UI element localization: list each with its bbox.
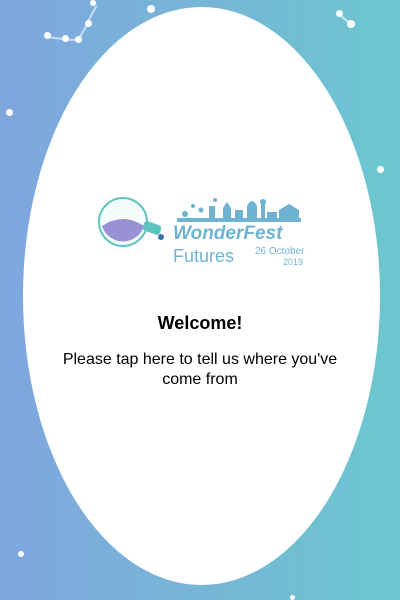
star-dot — [147, 5, 155, 13]
star-dot — [85, 20, 92, 27]
star-dot — [6, 109, 13, 116]
logo-subtitle: Futures — [173, 246, 234, 266]
tap-instruction-text[interactable]: Please tap here to tell us where you've … — [50, 350, 350, 390]
logo-graphic: WonderFest Futures 26 October 2019 — [98, 197, 305, 267]
star-dot — [377, 166, 384, 173]
logo-title: WonderFest — [173, 223, 283, 244]
welcome-card-oval[interactable] — [23, 7, 380, 585]
star-dot — [336, 10, 343, 17]
wonderfest-futures-logo: WonderFest Futures 26 October 2019 — [97, 192, 307, 270]
star-dot — [62, 35, 69, 42]
logo-date-line1: 26 October — [255, 246, 305, 257]
logo-date-line2: 2019 — [283, 257, 303, 267]
star-dot — [44, 32, 51, 39]
star-dot — [290, 595, 295, 600]
star-dot — [18, 551, 24, 557]
welcome-heading: Welcome! — [157, 313, 243, 333]
star-dot — [90, 0, 96, 6]
star-dot — [347, 20, 355, 28]
star-dot — [75, 36, 82, 43]
